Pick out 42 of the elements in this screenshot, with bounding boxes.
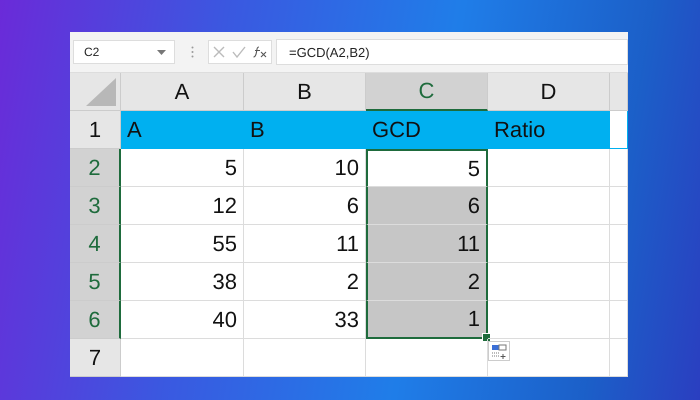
function-icon[interactable] xyxy=(253,46,268,58)
column-header[interactable] xyxy=(610,73,628,111)
row-header[interactable]: 4 xyxy=(70,225,121,263)
table-cell: 11 xyxy=(366,225,488,263)
formula-field[interactable]: =GCD(A2,B2) xyxy=(276,39,628,65)
table-cell xyxy=(610,263,628,301)
table-cell: B xyxy=(244,111,366,149)
checkmark-icon[interactable] xyxy=(232,46,246,58)
column-header[interactable]: B xyxy=(244,73,366,111)
table-cell xyxy=(610,225,628,263)
row-header[interactable]: 5 xyxy=(70,263,121,301)
table-cell: 40 xyxy=(121,301,244,339)
table-cell: 5 xyxy=(366,149,488,187)
table-cell xyxy=(610,149,628,187)
table-cell xyxy=(610,111,628,149)
table-cell: 38 xyxy=(121,263,244,301)
row-header[interactable]: 1 xyxy=(70,111,121,149)
table-cell: 55 xyxy=(121,225,244,263)
table-cell: A xyxy=(121,111,244,149)
table-cell: 6 xyxy=(366,187,488,225)
table-cell: Ratio xyxy=(488,111,610,149)
table-cell xyxy=(610,187,628,225)
column-header[interactable]: D xyxy=(488,73,610,111)
row-header[interactable]: 7 xyxy=(70,339,121,377)
column-header[interactable]: C xyxy=(366,73,488,111)
row-header[interactable]: 6 xyxy=(70,301,121,339)
cell-reference: C2 xyxy=(84,45,100,59)
table-cell xyxy=(610,339,628,377)
cancel-icon[interactable] xyxy=(212,46,225,58)
table-cell: 5 xyxy=(121,149,244,187)
table-cell: 12 xyxy=(121,187,244,225)
table-cell: GCD xyxy=(366,111,488,149)
select-all-icon[interactable] xyxy=(86,78,116,106)
drag-handle-icon[interactable] xyxy=(191,46,194,58)
table-cell xyxy=(610,301,628,339)
column-header[interactable]: A xyxy=(121,73,244,111)
dropdown-arrow-icon[interactable] xyxy=(157,50,166,54)
row-header[interactable]: 3 xyxy=(70,187,121,225)
table-cell: 2 xyxy=(366,263,488,301)
name-box[interactable]: C2 xyxy=(73,40,175,64)
row-header[interactable]: 2 xyxy=(70,149,121,187)
quick-analysis-icon[interactable] xyxy=(488,341,510,361)
